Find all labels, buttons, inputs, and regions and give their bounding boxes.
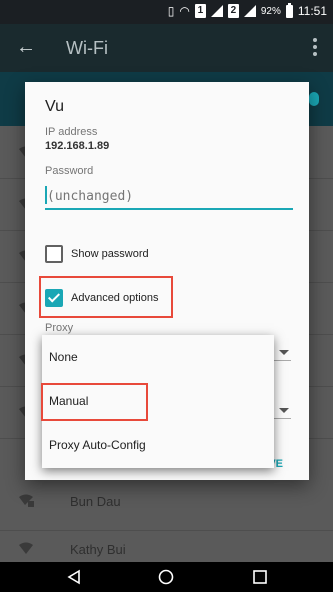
home-nav-icon[interactable] (158, 569, 174, 585)
text-cursor (45, 186, 47, 204)
navigation-bar (0, 562, 333, 592)
back-arrow-icon[interactable]: ← (16, 36, 36, 59)
battery-icon (285, 2, 293, 18)
wifi-status-icon: ◠ (179, 4, 190, 18)
advanced-options-checkbox[interactable] (45, 289, 63, 307)
proxy-option-pac[interactable]: Proxy Auto-Config (42, 423, 274, 467)
proxy-dropdown-menu: None Manual Proxy Auto-Config (41, 335, 274, 468)
password-label: Password (45, 165, 94, 177)
battery-percent: 92% (260, 5, 281, 17)
recents-nav-icon[interactable] (252, 569, 268, 585)
wifi-icon (19, 542, 33, 554)
sim2-icon: 2 (227, 4, 239, 18)
proxy-option-none[interactable]: None (42, 335, 274, 379)
wifi-toggle[interactable] (309, 92, 319, 106)
dialog-title: Vu (45, 98, 64, 115)
show-password-checkbox[interactable] (45, 245, 63, 263)
list-item-name: Bun Dau (70, 494, 121, 509)
sim1-icon: 1 (194, 4, 206, 18)
ip-settings-dropdown-arrow-icon[interactable] (279, 408, 289, 413)
ip-address-value: 192.168.1.89 (45, 140, 110, 152)
advanced-options-label: Advanced options (71, 292, 159, 304)
back-nav-icon[interactable] (66, 569, 82, 585)
proxy-spinner-underline (271, 360, 291, 361)
page-title: Wi-Fi (66, 38, 108, 58)
proxy-label: Proxy (45, 322, 74, 334)
show-password-label: Show password (71, 248, 149, 260)
ip-address-label: IP address (45, 126, 98, 138)
vibrate-icon: ▯ (167, 4, 175, 18)
show-password-row[interactable]: Show password (45, 245, 149, 263)
status-bar: ▯ ◠ 1 2 92% 11:51 (0, 0, 333, 24)
clock: 11:51 (297, 4, 327, 18)
advanced-options-row[interactable]: Advanced options (45, 289, 158, 307)
password-field[interactable] (45, 184, 293, 210)
wifi-lock-icon (19, 494, 34, 507)
list-item-name: Kathy Bui (70, 542, 126, 557)
ip-settings-spinner-underline (271, 418, 291, 419)
signal1-icon (210, 5, 223, 17)
overflow-menu-icon[interactable] (313, 38, 317, 56)
list-item[interactable]: Bun Dau (0, 478, 333, 531)
manual-option-highlight (41, 383, 148, 421)
proxy-dropdown-arrow-icon[interactable] (279, 350, 289, 355)
signal2-icon (243, 5, 256, 17)
app-bar: ← Wi-Fi (0, 24, 333, 72)
